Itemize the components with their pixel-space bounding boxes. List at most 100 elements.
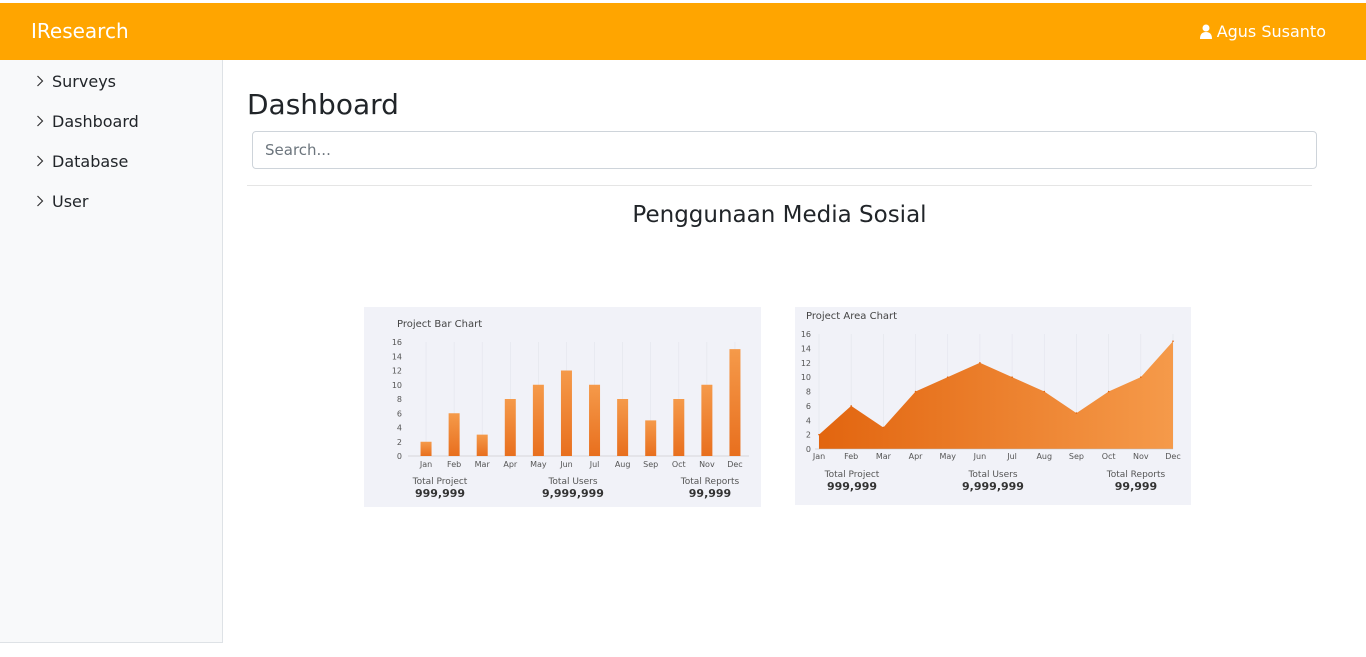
x-tick-label: Sep <box>643 460 658 469</box>
sidebar-item-label: User <box>52 191 89 211</box>
data-point <box>818 433 820 436</box>
bar-chart-card: Project Bar Chart 0 2 4 6 8 10 12 14 16 Jan Feb Mar… <box>364 307 761 507</box>
x-tick-label: Sep <box>1069 452 1084 461</box>
divider <box>247 185 1312 186</box>
y-tick-label: 8 <box>806 388 811 397</box>
bar <box>560 370 572 456</box>
stat-label: Total Project <box>824 470 880 480</box>
x-tick-label: Jan <box>419 460 432 469</box>
stat-value: 99,999 <box>688 487 732 500</box>
area-series <box>819 341 1173 449</box>
y-tick-label: 0 <box>806 445 811 454</box>
x-tick-label: Apr <box>503 460 518 469</box>
x-tick-label: Aug <box>615 460 631 469</box>
stat-label: Total Users <box>548 477 598 487</box>
stat-value: 9,999,999 <box>962 480 1024 493</box>
y-tick-label: 14 <box>392 352 402 361</box>
x-tick-label: Dec <box>1165 452 1180 461</box>
x-tick-label: Jun <box>559 460 573 469</box>
sidebar-item-label: Dashboard <box>52 111 139 131</box>
user-name: Agus Susanto <box>1216 22 1326 41</box>
bar <box>645 420 657 456</box>
x-tick-label: Oct <box>672 460 686 469</box>
sidebar-item-user[interactable]: User <box>36 189 88 213</box>
data-point <box>1043 390 1046 393</box>
y-tick-label: 8 <box>397 395 402 404</box>
x-tick-label: Jul <box>589 460 600 469</box>
chevron-right-icon <box>37 115 44 127</box>
x-tick-label: Feb <box>447 460 461 469</box>
page-title: Dashboard <box>247 88 399 121</box>
stat-label: Total Reports <box>1106 470 1166 480</box>
bar <box>617 399 629 456</box>
bar <box>673 399 685 456</box>
x-tick-label: Mar <box>475 460 491 469</box>
x-tick-label: Feb <box>844 452 858 461</box>
bar <box>448 413 460 456</box>
sidebar-item-dashboard[interactable]: Dashboard <box>36 109 139 133</box>
x-tick-label: Apr <box>909 452 924 461</box>
y-tick-label: 10 <box>801 373 811 382</box>
x-tick-label: Aug <box>1036 452 1052 461</box>
user-menu[interactable]: Agus Susanto <box>1199 22 1326 41</box>
data-point <box>850 405 852 407</box>
x-tick-label: Jun <box>973 452 987 461</box>
y-tick-label: 6 <box>806 402 811 411</box>
x-tick-label: Nov <box>699 460 715 469</box>
brand-logo[interactable]: IResearch <box>31 19 129 43</box>
stat-label: Total Project <box>412 477 468 487</box>
chevron-right-icon <box>37 195 44 207</box>
y-tick-label: 2 <box>397 438 402 447</box>
bar <box>729 349 741 456</box>
bar <box>504 399 516 456</box>
bar <box>476 434 488 456</box>
chevron-right-icon <box>37 155 44 167</box>
area-chart-card: Project Area Chart 0 2 4 6 8 10 12 14 16 Jan Feb Ma… <box>795 307 1191 505</box>
search-input[interactable] <box>252 131 1317 169</box>
bar <box>589 384 601 456</box>
x-tick-label: Mar <box>876 452 892 461</box>
data-point <box>946 376 949 378</box>
stat-label: Total Reports <box>680 477 740 487</box>
data-point <box>914 390 917 393</box>
data-point <box>882 426 885 429</box>
bar <box>420 441 432 456</box>
y-tick-label: 0 <box>397 452 402 461</box>
sidebar-item-database[interactable]: Database <box>36 149 128 173</box>
y-tick-label: 16 <box>801 330 811 339</box>
y-tick-label: 4 <box>397 424 402 433</box>
data-point <box>1107 390 1110 393</box>
x-tick-label: Jan <box>812 452 825 461</box>
stat-label: Total Users <box>968 470 1018 480</box>
bar <box>701 384 713 456</box>
stat-value: 9,999,999 <box>542 487 604 500</box>
y-tick-label: 4 <box>806 416 811 425</box>
data-point <box>1172 340 1174 342</box>
stat-value: 99,999 <box>1114 480 1158 493</box>
y-tick-label: 12 <box>392 367 402 376</box>
section-title: Penggunaan Media Sosial <box>632 202 927 228</box>
bar <box>532 384 544 456</box>
stat-value: 999,999 <box>826 480 878 493</box>
y-tick-label: 10 <box>392 381 402 390</box>
x-tick-label: Nov <box>1133 452 1149 461</box>
y-tick-label: 2 <box>806 431 811 440</box>
user-icon <box>1199 24 1212 39</box>
chevron-right-icon <box>37 75 44 87</box>
sidebar-item-label: Database <box>52 151 129 171</box>
x-tick-label: Dec <box>727 460 742 469</box>
data-point <box>1075 412 1078 414</box>
data-point <box>1011 376 1013 378</box>
sidebar-item-surveys[interactable]: Surveys <box>36 69 116 93</box>
x-tick-label: May <box>530 460 547 469</box>
data-point <box>1140 376 1142 378</box>
data-point <box>979 361 981 364</box>
x-tick-label: Jul <box>1006 452 1017 461</box>
y-tick-label: 16 <box>392 338 402 347</box>
y-tick-label: 6 <box>397 409 402 418</box>
sidebar-item-label: Surveys <box>52 71 116 91</box>
y-tick-label: 12 <box>801 359 811 368</box>
stat-value: 999,999 <box>414 487 466 500</box>
sidebar: Surveys Dashboard Database User <box>0 60 223 643</box>
x-tick-label: Oct <box>1102 452 1116 461</box>
